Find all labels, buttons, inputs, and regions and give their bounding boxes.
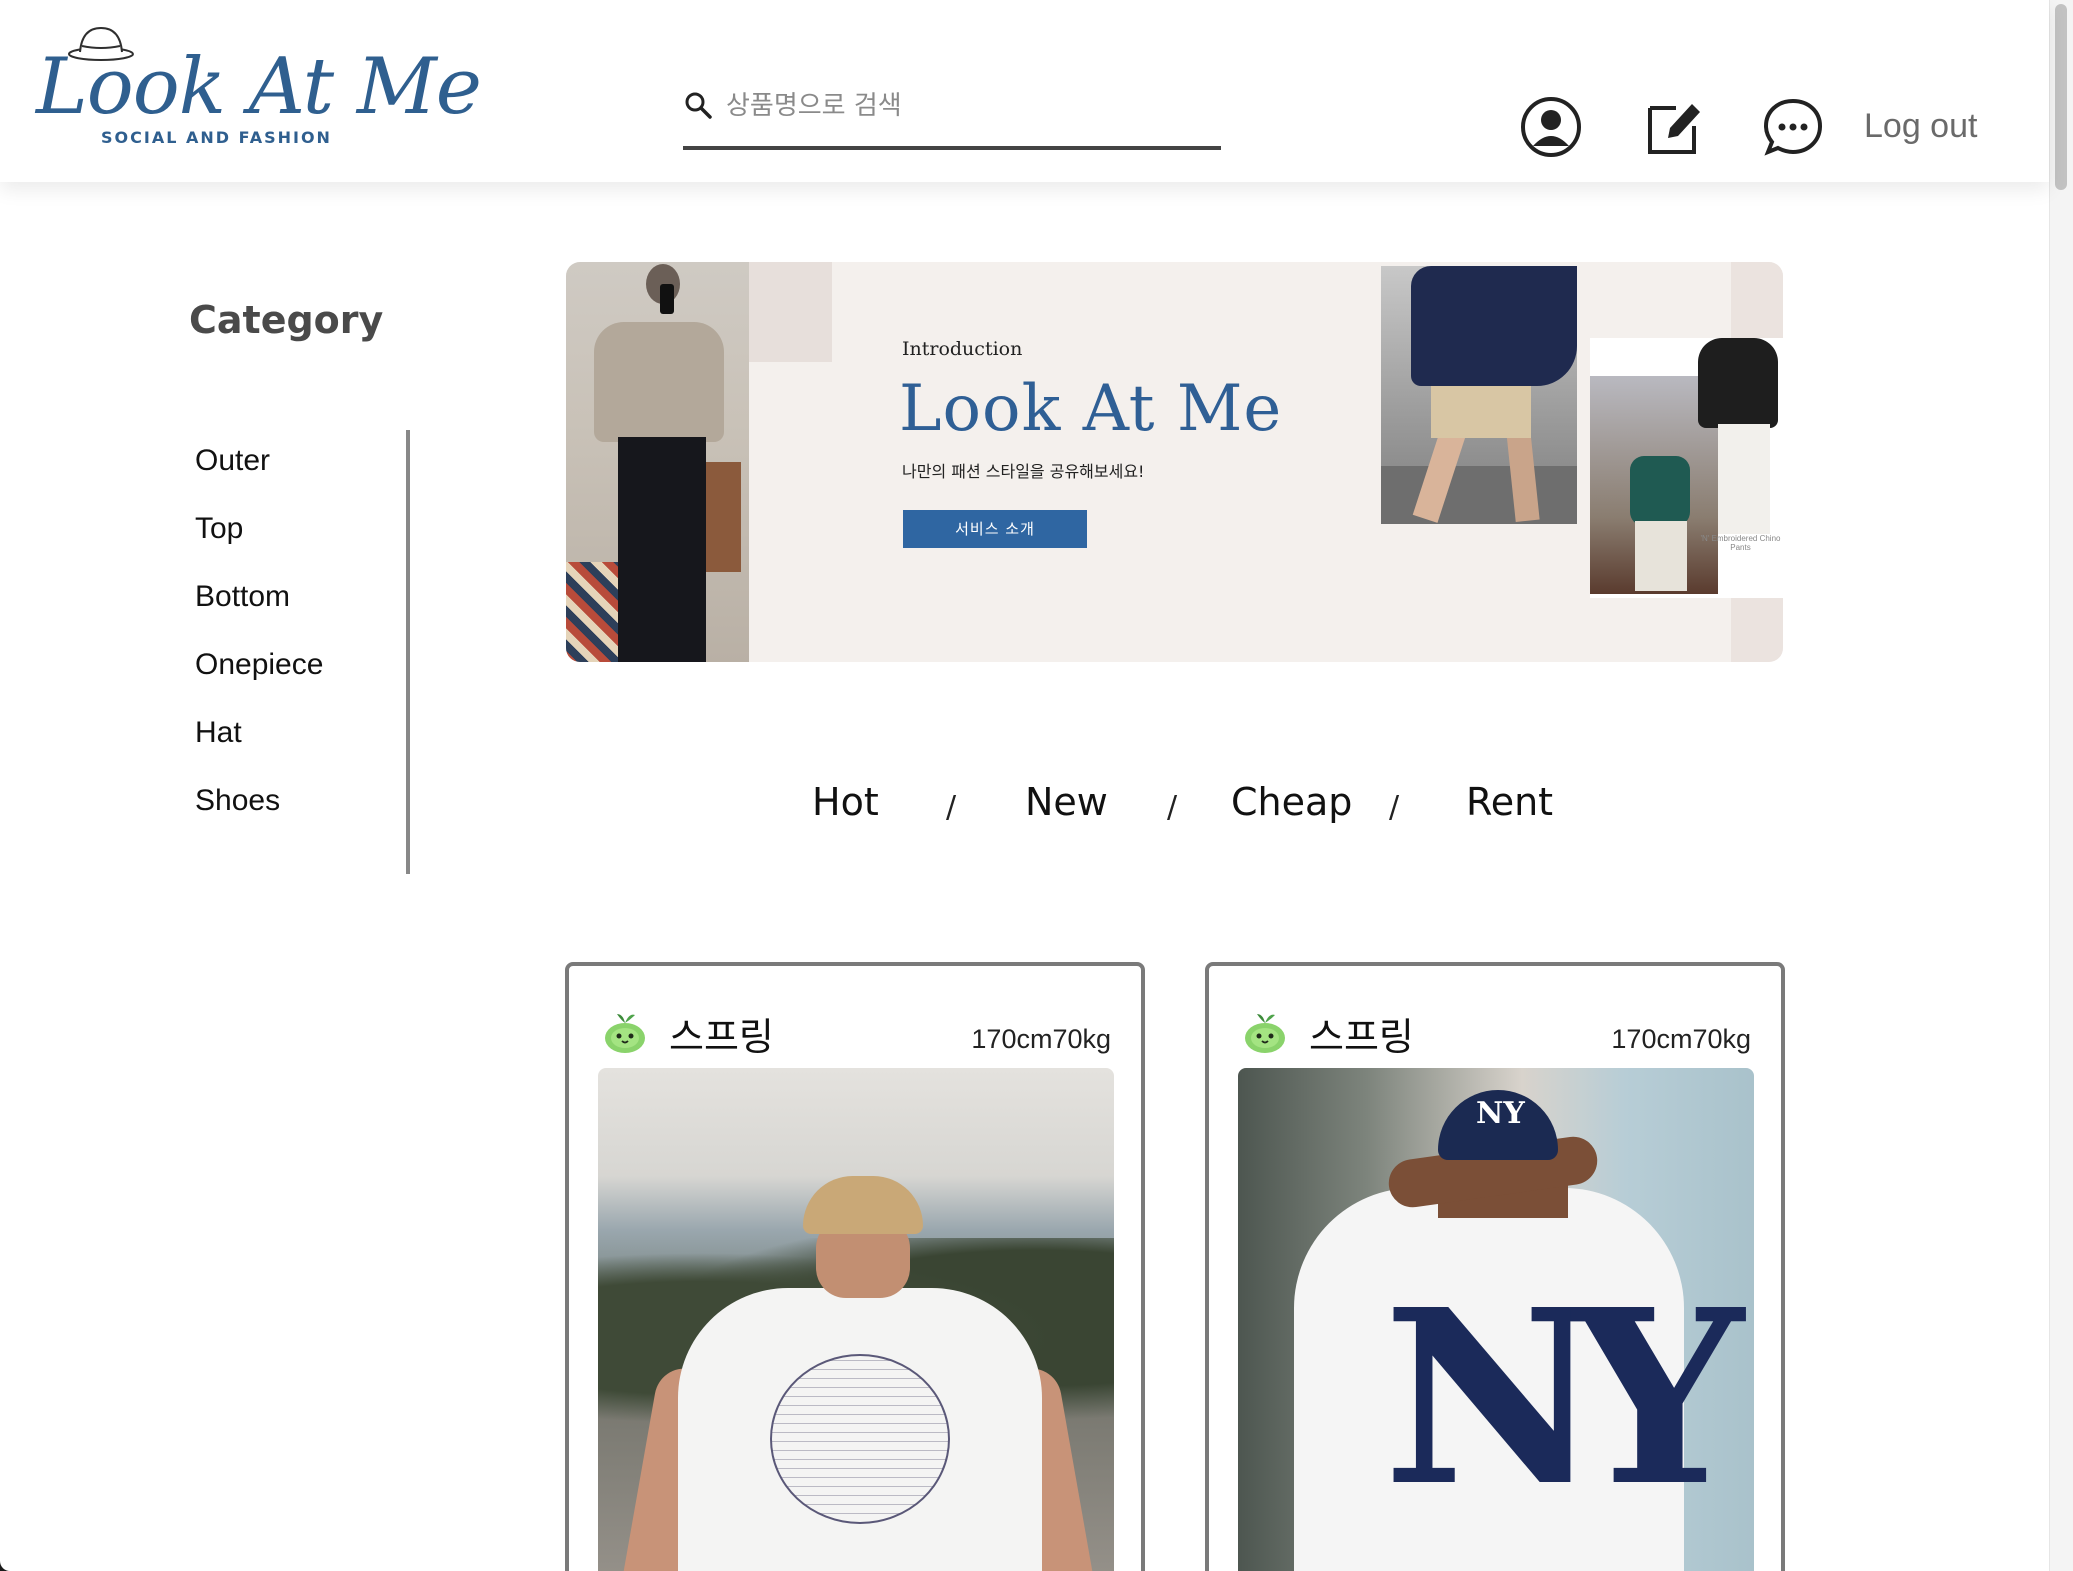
- card-photo[interactable]: [598, 1068, 1114, 1571]
- card-photo[interactable]: NY NY: [1238, 1068, 1754, 1571]
- card-body-size: 170cm70kg: [971, 1024, 1111, 1054]
- card-username[interactable]: 스프링: [669, 1006, 774, 1061]
- category-list: Outer Top Bottom Onepiece Hat Shoes: [195, 430, 410, 874]
- category-item-hat[interactable]: Hat: [195, 696, 406, 770]
- banner-photo-caption: 'N' Embroidered Chino Pants: [1700, 534, 1781, 552]
- banner-photo-street: [1381, 266, 1577, 524]
- card-username[interactable]: 스프링: [1309, 1006, 1414, 1061]
- page: Look At Me SOCIAL AND FASHION Log out: [0, 0, 2073, 1571]
- logout-link[interactable]: Log out: [1864, 107, 1977, 146]
- banner-photo-collage: 'N' Embroidered Chino Pants: [1590, 338, 1783, 598]
- user-avatar-icon[interactable]: [1241, 1008, 1289, 1054]
- tab-cheap[interactable]: Cheap: [1231, 780, 1352, 824]
- tab-separator: /: [1167, 790, 1178, 825]
- tab-separator: /: [946, 790, 957, 825]
- search-icon[interactable]: [683, 90, 713, 120]
- tab-rent[interactable]: Rent: [1466, 780, 1553, 824]
- chat-icon[interactable]: [1762, 96, 1824, 158]
- user-avatar-icon[interactable]: [601, 1008, 649, 1054]
- page-scrollbar[interactable]: [2049, 0, 2073, 1571]
- search-input[interactable]: [726, 80, 1216, 132]
- post-card[interactable]: 스프링 170cm70kg: [565, 962, 1145, 1571]
- edit-icon[interactable]: [1642, 96, 1704, 158]
- card-body-size: 170cm70kg: [1611, 1024, 1751, 1054]
- profile-icon[interactable]: [1520, 96, 1582, 158]
- category-title: Category: [189, 298, 384, 342]
- banner-intro: Introduction: [902, 338, 1023, 360]
- banner-subtitle: 나만의 패션 스타일을 공유해보세요!: [902, 462, 1145, 481]
- banner-title: Look At Me: [899, 372, 1283, 446]
- tab-separator: /: [1389, 790, 1400, 825]
- header: Look At Me SOCIAL AND FASHION Log out: [0, 0, 2049, 182]
- tab-hot[interactable]: Hot: [812, 780, 879, 824]
- ny-logo-print: NY: [1383, 1257, 1744, 1539]
- category-item-outer[interactable]: Outer: [195, 424, 406, 498]
- sort-tabs: Hot / New / Cheap / Rent: [790, 780, 1570, 840]
- service-intro-button[interactable]: 서비스 소개: [903, 510, 1087, 548]
- category-item-bottom[interactable]: Bottom: [195, 560, 406, 634]
- category-item-shoes[interactable]: Shoes: [195, 764, 406, 838]
- post-card[interactable]: 스프링 170cm70kg NY NY: [1205, 962, 1785, 1571]
- logo-text: Look At Me: [36, 42, 482, 132]
- banner-photo-mirror-selfie: [566, 262, 749, 662]
- logo-tagline: SOCIAL AND FASHION: [101, 128, 332, 147]
- category-item-onepiece[interactable]: Onepiece: [195, 628, 406, 702]
- intro-banner[interactable]: Introduction Look At Me 나만의 패션 스타일을 공유해보…: [566, 262, 1783, 662]
- search-bar: [683, 80, 1221, 150]
- banner-decor-block: [749, 262, 832, 362]
- tab-new[interactable]: New: [1025, 780, 1108, 824]
- category-item-top[interactable]: Top: [195, 492, 406, 566]
- scrollbar-thumb[interactable]: [2055, 4, 2067, 190]
- logo[interactable]: Look At Me SOCIAL AND FASHION: [36, 22, 482, 152]
